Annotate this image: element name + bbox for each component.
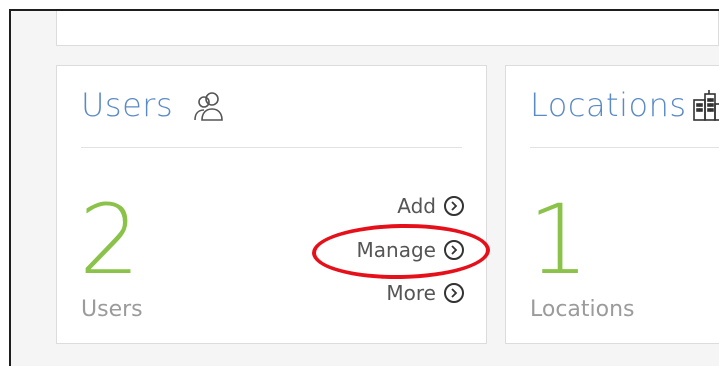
locations-card-divider xyxy=(530,147,719,148)
more-link-label: More xyxy=(386,281,436,305)
locations-card-title: Locations xyxy=(530,86,687,124)
users-icon xyxy=(193,90,225,126)
locations-card: Locations 1 Locations xyxy=(505,65,719,344)
add-user-link[interactable]: Add xyxy=(397,194,464,218)
top-card xyxy=(56,11,719,46)
more-users-link[interactable]: More xyxy=(386,281,464,305)
users-count: 2 xyxy=(79,184,141,296)
users-count-label: Users xyxy=(81,297,143,322)
users-card: Users 2 Users Add Manage More xyxy=(56,65,487,344)
users-card-title: Users xyxy=(81,86,174,124)
add-link-label: Add xyxy=(397,194,436,218)
locations-count: 1 xyxy=(528,184,590,296)
users-card-divider xyxy=(81,147,462,148)
chevron-right-icon xyxy=(444,196,464,216)
dashboard-area: Users 2 Users Add Manage More Locations … xyxy=(9,9,719,366)
building-icon xyxy=(692,90,719,126)
locations-count-label: Locations xyxy=(530,297,635,322)
chevron-right-icon xyxy=(444,283,464,303)
